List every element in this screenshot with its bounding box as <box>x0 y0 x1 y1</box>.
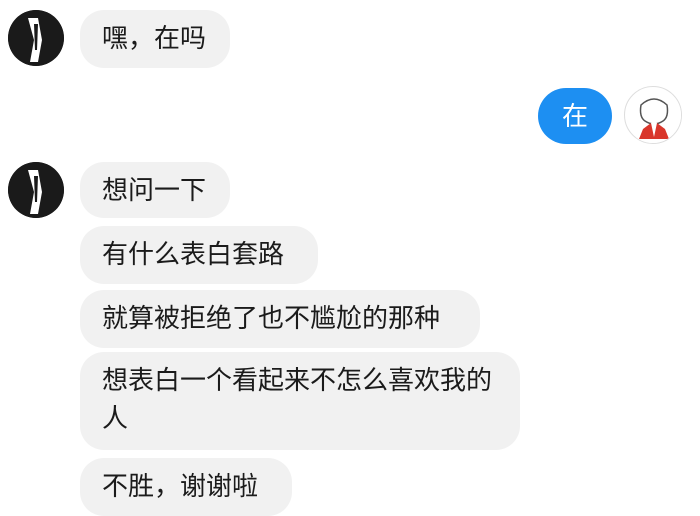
message-text: 嘿，在吗 <box>102 24 207 54</box>
message-bubble-outgoing: 在 <box>538 88 612 144</box>
message-bubble: 就算被拒绝了也不尴尬的那种 <box>80 290 480 348</box>
friend-avatar[interactable] <box>8 10 64 66</box>
message-text: 就算被拒绝了也不尴尬的那种 <box>102 304 441 334</box>
message-bubble: 不胜，谢谢啦 <box>80 458 292 516</box>
avatar-icon <box>8 10 64 66</box>
message-bubble: 嘿，在吗 <box>80 10 230 68</box>
message-bubble: 有什么表白套路 <box>80 226 318 284</box>
friend-avatar[interactable] <box>8 162 64 218</box>
message-text: 在 <box>561 102 588 132</box>
avatar-icon <box>626 88 681 143</box>
message-text: 想表白一个看起来不怎么喜欢我的人 <box>102 366 493 434</box>
message-bubble: 想表白一个看起来不怎么喜欢我的人 <box>80 352 520 450</box>
message-text: 有什么表白套路 <box>102 240 285 270</box>
message-text: 想问一下 <box>102 176 207 206</box>
avatar-icon <box>8 162 64 218</box>
my-avatar[interactable] <box>624 86 682 144</box>
message-text: 不胜，谢谢啦 <box>102 472 259 502</box>
message-bubble: 想问一下 <box>80 162 230 218</box>
